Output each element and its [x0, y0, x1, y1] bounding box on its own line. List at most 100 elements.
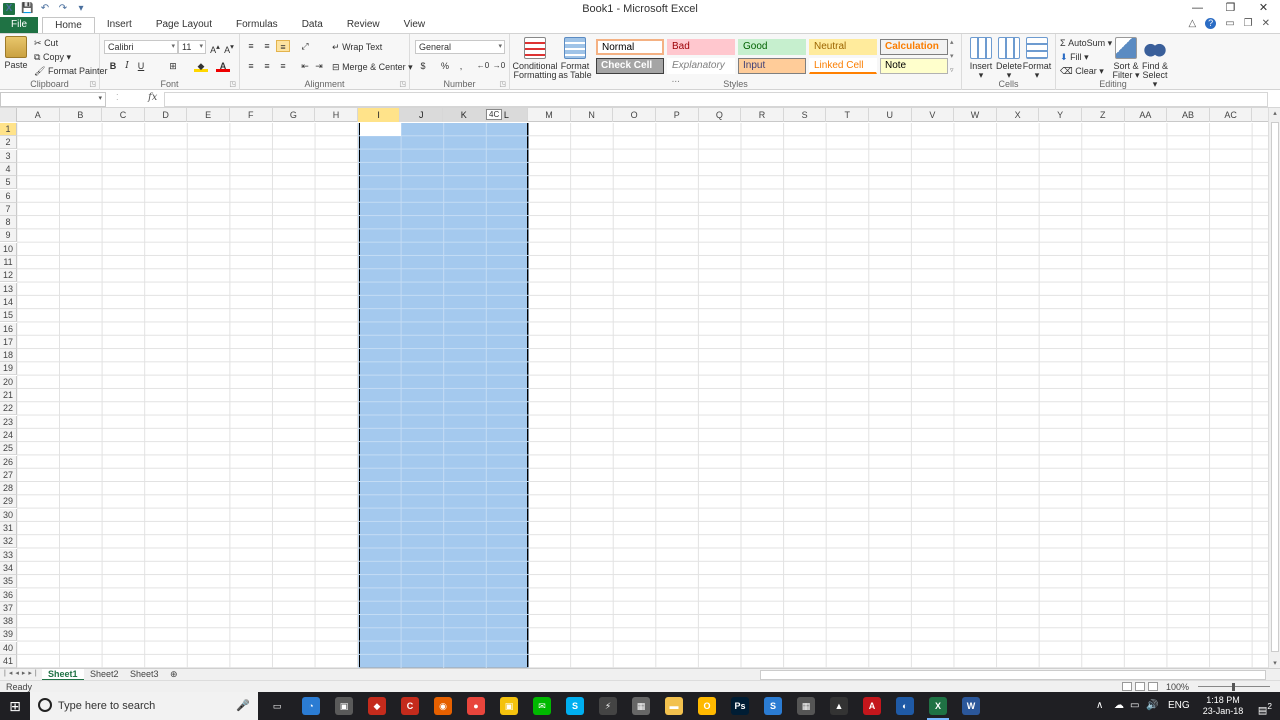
formula-input[interactable]	[164, 92, 1268, 107]
tab-formulas[interactable]: Formulas	[224, 17, 290, 33]
column-header-n[interactable]: N	[571, 108, 614, 122]
number-launcher-icon[interactable]: ◳	[499, 80, 506, 88]
column-header-y[interactable]: Y	[1039, 108, 1082, 122]
horizontal-scrollbar[interactable]	[760, 670, 1266, 680]
alignment-launcher-icon[interactable]: ◳	[399, 80, 406, 88]
gallery-up-icon[interactable]: ▴	[950, 38, 954, 46]
workbook-close-icon[interactable]: ✕	[1262, 18, 1270, 29]
column-header-u[interactable]: U	[869, 108, 912, 122]
tab-page-layout[interactable]: Page Layout	[144, 17, 224, 33]
row-header-41[interactable]: 41	[0, 655, 17, 668]
row-header-8[interactable]: 8	[0, 216, 17, 230]
row-header-9[interactable]: 9	[0, 229, 17, 243]
column-header-g[interactable]: G	[273, 108, 316, 122]
help-icon[interactable]: ?	[1205, 18, 1217, 29]
italic-button[interactable]: I	[120, 60, 134, 72]
cell-style-neutral[interactable]: Neutral	[809, 39, 877, 55]
row-header-16[interactable]: 16	[0, 322, 17, 336]
cell-style-explanatory[interactable]: Explanatory ...	[667, 58, 735, 85]
decrease-indent-icon[interactable]: ⇤	[298, 60, 312, 72]
format-cells-button[interactable]: Format ▾	[1022, 37, 1052, 80]
column-header-a[interactable]: A	[17, 108, 60, 122]
column-header-h[interactable]: H	[315, 108, 358, 122]
column-header-k[interactable]: K	[443, 108, 486, 122]
row-header-5[interactable]: 5	[0, 176, 17, 190]
fill-color-icon[interactable]: ◆	[194, 60, 208, 72]
normal-view-icon[interactable]	[1122, 682, 1132, 691]
format-as-table-button[interactable]: Format as Table	[558, 37, 592, 80]
currency-button[interactable]: $	[416, 60, 430, 72]
row-header-32[interactable]: 32	[0, 535, 17, 549]
format-painter-button[interactable]: 🖌 Format Painter	[34, 66, 107, 77]
align-right-icon[interactable]: ≡	[276, 60, 290, 72]
cell-style-calculation[interactable]: Calculation	[880, 39, 948, 55]
excel-taskbar-icon[interactable]: X	[927, 697, 949, 720]
row-header-35[interactable]: 35	[0, 575, 17, 589]
cell-style-linked-cell[interactable]: Linked Cell	[809, 58, 877, 74]
row-header-33[interactable]: 33	[0, 548, 17, 562]
app-icon-15[interactable]: S	[764, 697, 782, 715]
cell-style-bad[interactable]: Bad	[667, 39, 735, 55]
row-header-28[interactable]: 28	[0, 482, 17, 496]
column-header-j[interactable]: J	[400, 108, 443, 122]
calculator-icon[interactable]: ▦	[797, 697, 815, 715]
paste-button[interactable]: Paste	[4, 36, 28, 70]
row-header-36[interactable]: 36	[0, 588, 17, 602]
column-header-ab[interactable]: AB	[1167, 108, 1210, 122]
font-size-combo[interactable]: 11 ▾	[178, 40, 206, 54]
app-icon-19[interactable]: ◐	[896, 697, 914, 715]
row-header-30[interactable]: 30	[0, 508, 17, 522]
borders-icon[interactable]: ⊞	[166, 60, 180, 72]
row-header-39[interactable]: 39	[0, 628, 17, 642]
cell-style-input[interactable]: Input	[738, 58, 806, 74]
customize-qat-icon[interactable]: ▾	[75, 3, 87, 15]
column-header-c[interactable]: C	[102, 108, 145, 122]
name-box[interactable]: ▾	[0, 92, 106, 107]
tab-file[interactable]: File	[0, 17, 39, 33]
redo-icon[interactable]: ↷	[57, 3, 69, 15]
row-header-22[interactable]: 22	[0, 402, 17, 416]
page-layout-view-icon[interactable]	[1135, 682, 1145, 691]
column-header-x[interactable]: X	[997, 108, 1040, 122]
tab-review[interactable]: Review	[335, 17, 392, 33]
close-button[interactable]: ✕	[1247, 0, 1280, 17]
column-header-m[interactable]: M	[528, 108, 571, 122]
word-taskbar-icon[interactable]: W	[962, 697, 980, 715]
increase-decimal-icon[interactable]: ←0	[476, 60, 490, 72]
row-header-40[interactable]: 40	[0, 641, 17, 655]
column-header-f[interactable]: F	[230, 108, 273, 122]
cut-button[interactable]: ✂ Cut	[34, 38, 58, 49]
row-header-2[interactable]: 2	[0, 136, 17, 150]
delete-cells-button[interactable]: Delete ▾	[994, 37, 1024, 80]
app-icon-7[interactable]: ▣	[500, 697, 518, 715]
grow-font-icon[interactable]: A▴	[208, 41, 222, 55]
row-header-24[interactable]: 24	[0, 428, 17, 442]
column-header-o[interactable]: O	[613, 108, 656, 122]
scroll-up-icon[interactable]: ▴	[1269, 109, 1280, 117]
column-header-w[interactable]: W	[954, 108, 997, 122]
vertical-scrollbar[interactable]: ▴ ▾	[1268, 108, 1280, 668]
row-header-38[interactable]: 38	[0, 615, 17, 629]
save-icon[interactable]: 💾	[21, 3, 33, 15]
column-header-b[interactable]: B	[60, 108, 103, 122]
app-icon-1[interactable]: ◔	[302, 697, 320, 715]
notification-center-icon[interactable]: ▤2	[1258, 692, 1272, 720]
column-header-q[interactable]: Q	[699, 108, 742, 122]
worksheet-grid[interactable]: A B C D E F G H I J K L M N O P Q R S T U V W X Y Z AA AB AC 1234567…	[0, 108, 1268, 668]
cell-style-check-cell[interactable]: Check Cell	[596, 58, 664, 74]
gallery-down-icon[interactable]: ▾	[950, 52, 954, 60]
row-header-12[interactable]: 12	[0, 269, 17, 283]
windows-start-icon[interactable]: ⊞	[0, 692, 30, 720]
clipboard-launcher-icon[interactable]: ◳	[89, 80, 96, 88]
column-header-r[interactable]: R	[741, 108, 784, 122]
gallery-more-icon[interactable]: ▿	[950, 66, 954, 74]
align-top-icon[interactable]: ≡	[244, 40, 258, 52]
tab-insert[interactable]: Insert	[95, 17, 144, 33]
zoom-slider-thumb[interactable]	[1232, 683, 1235, 691]
tab-home[interactable]: Home	[42, 17, 95, 33]
cell-area[interactable]	[17, 123, 1268, 668]
scroll-down-icon[interactable]: ▾	[1269, 659, 1280, 667]
outlook-icon[interactable]: O	[698, 697, 716, 715]
tray-chevron-icon[interactable]: ∧	[1096, 692, 1103, 720]
minimize-button[interactable]: —	[1181, 0, 1214, 17]
